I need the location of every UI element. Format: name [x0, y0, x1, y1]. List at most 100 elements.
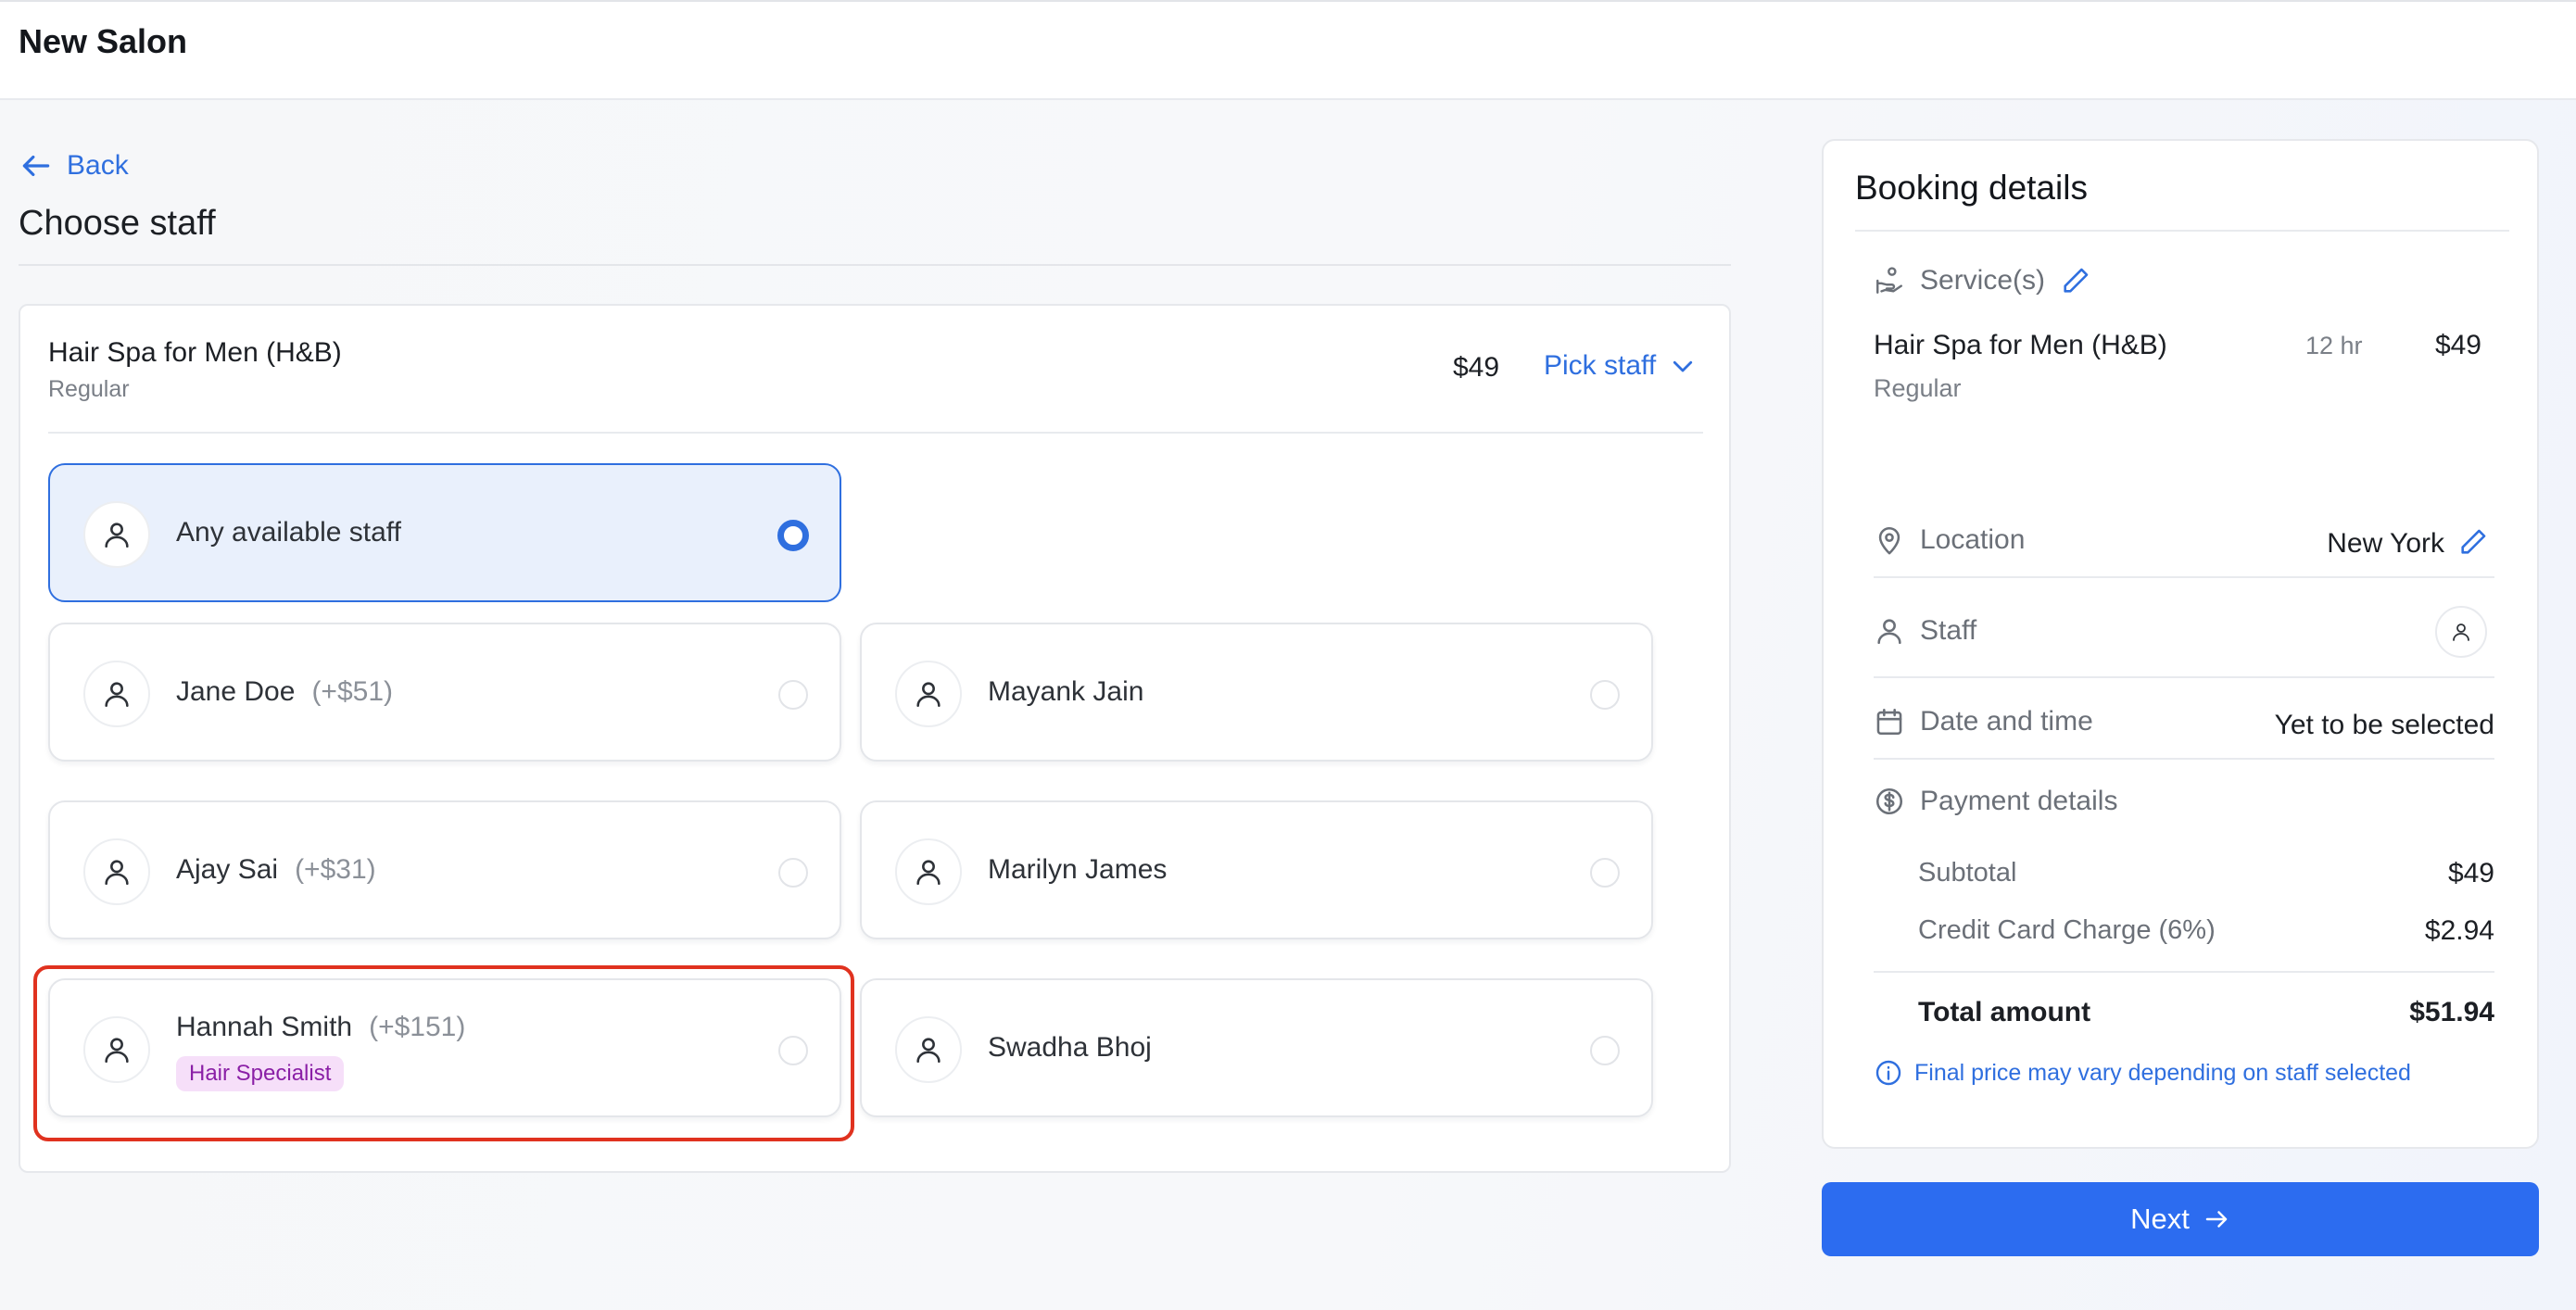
staff-option-swadha-bhoj[interactable]: Swadha Bhoj — [860, 978, 1653, 1117]
app-title: New Salon — [19, 22, 188, 60]
staff-surcharge: (+$51) — [311, 676, 393, 707]
location-label: Location — [1920, 524, 2026, 555]
avatar — [83, 1016, 150, 1083]
booked-service-name: Hair Spa for Men (H&B) — [1874, 330, 2167, 360]
staff-surcharge: (+$151) — [369, 1012, 466, 1042]
subtotal-label: Subtotal — [1918, 858, 2017, 888]
staff-option-ajay-sai[interactable]: Ajay Sai (+$31) — [48, 800, 841, 939]
pick-staff-label: Pick staff — [1544, 350, 1657, 381]
booking-divider — [1874, 758, 2494, 760]
dollar-circle-icon — [1875, 787, 1903, 815]
staff-surcharge: (+$31) — [295, 854, 376, 885]
payment-row: Payment details — [1874, 786, 2117, 817]
pencil-icon — [2461, 529, 2486, 554]
hand-service-icon — [1876, 267, 1902, 294]
back-label: Back — [67, 150, 129, 181]
booking-divider — [1874, 971, 2494, 973]
service-variant: Regular — [48, 376, 130, 402]
staff-option-mayank-jain[interactable]: Mayank Jain — [860, 623, 1653, 762]
cc-charge-label: Credit Card Charge (6%) — [1918, 915, 2216, 945]
arrow-right-icon — [2205, 1211, 2228, 1228]
subtotal-value: $49 — [2447, 858, 2494, 888]
info-icon — [1875, 1060, 1901, 1086]
user-icon — [105, 860, 129, 886]
avatar — [83, 838, 150, 905]
staff-name: Hannah Smith — [176, 1012, 353, 1042]
services-row: Service(s) — [1874, 265, 2091, 296]
booked-service-duration: 12 hr — [2305, 332, 2363, 359]
booking-divider — [1874, 576, 2494, 578]
staff-name: Ajay Sai — [176, 854, 279, 885]
services-label: Service(s) — [1920, 265, 2046, 296]
price-note-text: Final price may vary depending on staff … — [1914, 1059, 2411, 1086]
page-title: Choose staff — [19, 204, 216, 243]
service-divider — [48, 432, 1703, 434]
total-value: $51.94 — [2409, 997, 2494, 1027]
title-divider — [19, 264, 1731, 266]
edit-services-button[interactable] — [2060, 265, 2091, 296]
user-icon — [105, 682, 129, 708]
booked-service-price: $49 — [2434, 330, 2481, 360]
datetime-label: Date and time — [1920, 706, 2093, 737]
service-name: Hair Spa for Men (H&B) — [48, 337, 342, 368]
user-icon — [2453, 624, 2469, 641]
booking-title: Booking details — [1855, 169, 2088, 207]
user-icon — [1877, 619, 1901, 645]
staff-name: Swadha Bhoj — [988, 1032, 1152, 1063]
staff-option-any[interactable]: Any available staff — [48, 463, 841, 602]
specialty-badge: Hair Specialist — [176, 1056, 345, 1091]
calendar-icon — [1876, 708, 1902, 736]
staff-name: Mayank Jain — [988, 676, 1144, 707]
staff-name: Jane Doe — [176, 676, 296, 707]
map-pin-icon — [1878, 526, 1900, 555]
chevron-down-icon — [1673, 360, 1693, 372]
staff-radio[interactable] — [1590, 1036, 1620, 1065]
pencil-icon — [2064, 268, 2089, 293]
avatar — [83, 661, 150, 727]
total-label: Total amount — [1918, 997, 2091, 1027]
staff-radio[interactable] — [778, 858, 808, 888]
service-price: $49 — [1453, 352, 1500, 383]
booking-divider — [1874, 676, 2494, 678]
datetime-value: Yet to be selected — [2274, 710, 2494, 740]
staff-radio[interactable] — [1590, 858, 1620, 888]
staff-radio[interactable] — [778, 1036, 808, 1065]
avatar — [895, 1016, 962, 1083]
service-staff-card: Hair Spa for Men (H&B) Regular $49 Pick … — [19, 304, 1731, 1173]
edit-location-button[interactable] — [2457, 526, 2489, 558]
staff-row: Staff — [1874, 615, 1976, 647]
next-button[interactable]: Next — [1822, 1182, 2539, 1256]
user-icon — [105, 1038, 129, 1064]
cc-charge-value: $2.94 — [2424, 915, 2494, 946]
staff-name: Marilyn James — [988, 854, 1168, 885]
avatar — [83, 501, 150, 568]
staff-radio[interactable] — [777, 520, 809, 551]
datetime-row: Date and time — [1874, 706, 2093, 737]
user-icon — [916, 682, 941, 708]
back-link[interactable]: Back — [19, 148, 129, 183]
booked-service-variant: Regular — [1874, 374, 1962, 402]
staff-option-marilyn-james[interactable]: Marilyn James — [860, 800, 1653, 939]
user-icon — [105, 523, 129, 548]
user-icon — [916, 860, 941, 886]
user-icon — [916, 1038, 941, 1064]
avatar — [895, 838, 962, 905]
staff-radio[interactable] — [1590, 680, 1620, 710]
location-value: New York — [2327, 528, 2444, 559]
staff-name: Any available staff — [176, 517, 401, 548]
payment-label: Payment details — [1920, 786, 2118, 816]
avatar — [895, 661, 962, 727]
pick-staff-dropdown[interactable]: Pick staff — [1544, 350, 1697, 382]
price-note: Final price may vary depending on staff … — [1874, 1058, 2411, 1088]
top-bar: New Salon — [0, 0, 2576, 100]
selected-staff-avatar — [2435, 606, 2487, 658]
booking-divider — [1855, 230, 2509, 232]
staff-radio[interactable] — [778, 680, 808, 710]
staff-option-jane-doe[interactable]: Jane Doe (+$51) — [48, 623, 841, 762]
booking-details-panel: Booking details Service(s) Hair Spa for … — [1822, 139, 2539, 1149]
staff-label: Staff — [1920, 615, 1977, 646]
arrow-left-icon — [22, 155, 50, 177]
location-row: Location — [1874, 524, 2025, 556]
next-label: Next — [2130, 1203, 2190, 1235]
staff-option-hannah-smith[interactable]: Hannah Smith (+$151) Hair Specialist — [48, 978, 841, 1117]
